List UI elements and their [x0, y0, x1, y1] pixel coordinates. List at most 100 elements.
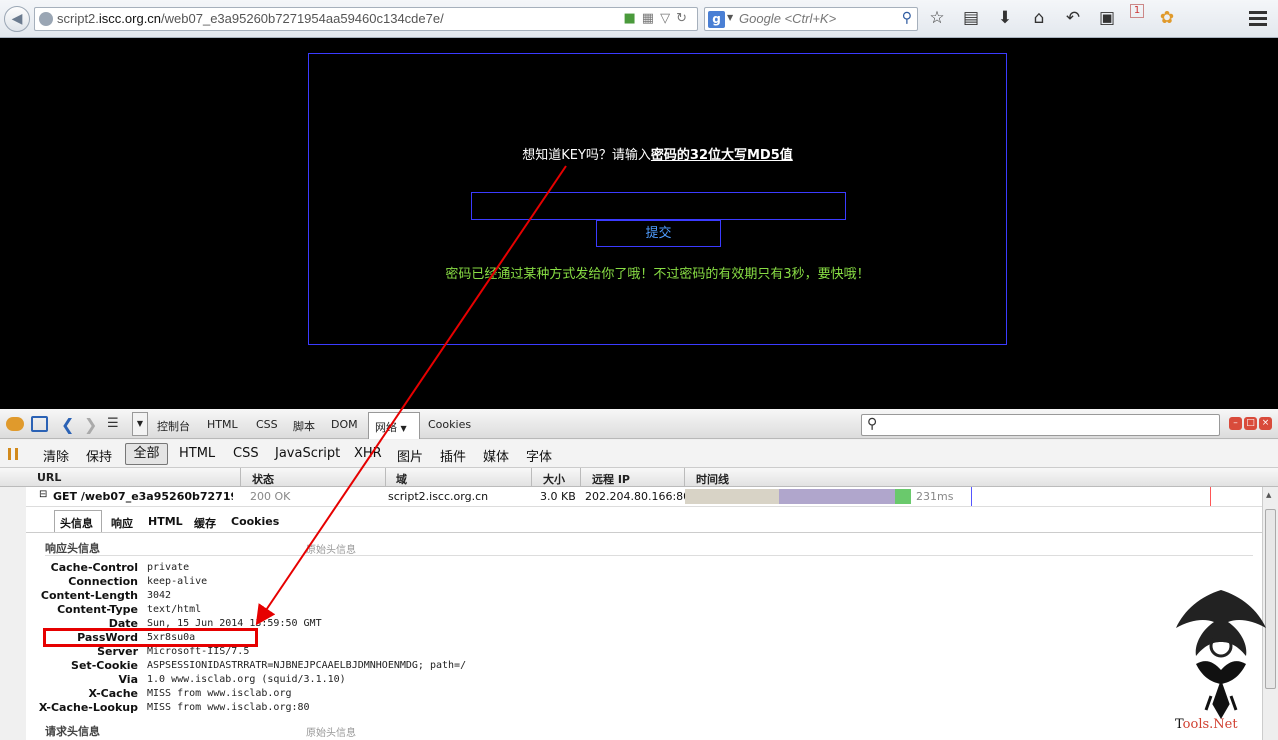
header-value: MISS from www.isclab.org — [147, 688, 292, 699]
timeline-done-bar — [895, 489, 911, 504]
browser-toolbar: ◀ script2.iscc.org.cn/web07_e3a95260b727… — [0, 0, 1278, 38]
menu-icon[interactable] — [1246, 8, 1270, 30]
request-duration: 231ms — [916, 490, 954, 503]
persist-button[interactable]: 保持 — [86, 446, 112, 465]
panel-dropdown-icon[interactable]: ▼ — [132, 412, 148, 436]
header-value: ASPSESSIONIDASTRRATR=NJBNEJPCAAELBJDMNHO… — [147, 660, 467, 671]
filter-javascript[interactable]: JavaScript — [275, 446, 340, 461]
inspect-icon[interactable] — [31, 416, 48, 432]
filter-xhr[interactable]: XHR — [354, 446, 382, 461]
header-name: X-Cache-Lookup — [38, 701, 138, 714]
request-row[interactable]: ⊟ GET /web07_e3a95260b727195 200 OK scri… — [26, 487, 1262, 507]
engine-dropdown-icon[interactable]: ▼ — [727, 13, 733, 22]
bookmarks-list-icon[interactable]: ▤ — [960, 8, 982, 30]
nav-back-icon[interactable]: ❮ — [61, 415, 74, 434]
net-toolbar: 清除 保持 全部 HTML CSS JavaScript XHR 图片 插件 媒… — [0, 440, 1278, 468]
tab-console[interactable]: 控制台 — [157, 418, 190, 434]
nav-forward-icon[interactable]: ❯ — [84, 415, 97, 434]
tab-css[interactable]: CSS — [256, 418, 278, 431]
firebug-bug-icon[interactable] — [6, 417, 24, 431]
hint-text: 密码已经通过某种方式发给你了哦！不过密码的有效期只有3秒，要快哦！ — [445, 267, 870, 282]
password-highlight-box — [43, 628, 258, 647]
filter-media[interactable]: 媒体 — [483, 446, 509, 465]
request-status: 200 OK — [250, 490, 291, 503]
bookmark-star-icon[interactable]: ☆ — [926, 8, 948, 30]
header-name: Via — [118, 673, 138, 686]
filter-css[interactable]: CSS — [233, 446, 259, 461]
search-icon[interactable]: ⚲ — [902, 10, 912, 26]
request-raw-link[interactable]: 原始头信息 — [306, 724, 356, 739]
filter-html[interactable]: HTML — [179, 446, 215, 461]
filter-plugins[interactable]: 插件 — [440, 446, 466, 465]
detach-icon[interactable]: □ — [1244, 417, 1257, 430]
timeline-waiting-bar — [685, 489, 779, 504]
search-bar[interactable]: g ▼ Google <Ctrl+K> ⚲ — [704, 7, 918, 31]
tab-dom[interactable]: DOM — [331, 418, 358, 431]
list-icon[interactable]: ☰ — [107, 416, 127, 432]
url-bar[interactable]: script2.iscc.org.cn/web07_e3a95260b72719… — [34, 7, 698, 31]
google-icon[interactable]: g — [708, 11, 725, 28]
timeline-marker-blue — [971, 487, 972, 506]
detail-tab-html[interactable]: HTML — [148, 515, 183, 528]
minimize-icon[interactable]: – — [1229, 417, 1242, 430]
detail-tab-response[interactable]: 响应 — [111, 515, 133, 531]
col-timeline[interactable]: 时间线 — [696, 471, 729, 487]
detail-tab-cookies[interactable]: Cookies — [231, 515, 279, 528]
response-headers-title[interactable]: 响应头信息 — [45, 540, 100, 556]
qr-code-icon[interactable]: ▦ — [642, 11, 660, 26]
md5-link[interactable]: 密码的32位大写MD5值 — [651, 148, 793, 163]
request-domain: script2.iscc.org.cn — [388, 490, 489, 503]
back-button[interactable]: ◀ — [4, 6, 30, 32]
tab-net[interactable]: 网络 ▼ — [368, 412, 420, 439]
clear-button[interactable]: 清除 — [43, 446, 69, 465]
notification-icon[interactable]: 1 — [1130, 4, 1144, 18]
tab-script[interactable]: 脚本 — [293, 418, 315, 434]
firebug-icon[interactable]: ✿ — [1156, 8, 1178, 30]
col-status[interactable]: 状态 — [252, 471, 274, 487]
submit-button[interactable]: 提交 — [596, 220, 721, 247]
search-icon: ⚲ — [867, 416, 878, 432]
col-domain[interactable]: 域 — [396, 471, 407, 487]
pause-icon[interactable] — [8, 448, 18, 460]
collapse-icon[interactable]: ⊟ — [39, 489, 47, 500]
request-detail: 头信息 响应 HTML 缓存 Cookies 响应头信息 原始头信息 Cache… — [26, 507, 1262, 740]
request-url: GET /web07_e3a95260b727195 — [53, 490, 233, 503]
filter-all-button[interactable]: 全部 — [125, 443, 168, 465]
header-value: 1.0 www.isclab.org (squid/3.1.10) — [147, 674, 346, 685]
home-icon[interactable]: ⌂ — [1028, 8, 1050, 30]
filter-fonts[interactable]: 字体 — [526, 446, 552, 465]
undo-icon[interactable]: ↶ — [1062, 8, 1084, 30]
header-value: 3042 — [147, 590, 172, 601]
challenge-box: 想知道KEY吗？请输入密码的32位大写MD5值 提交 密码已经通过某种方式发给你… — [308, 53, 1007, 345]
scroll-up-icon[interactable]: ▲ — [1266, 491, 1271, 499]
header-value: Microsoft-IIS/7.5 — [147, 646, 250, 657]
crop-icon[interactable]: ▣ — [1096, 8, 1118, 30]
request-headers-title[interactable]: 请求头信息 — [45, 723, 100, 739]
header-value: MISS from www.isclab.org:80 — [147, 702, 310, 713]
col-size[interactable]: 大小 — [543, 471, 565, 487]
header-value: keep-alive — [147, 576, 208, 587]
close-icon[interactable]: × — [1259, 417, 1272, 430]
firebug-search-input[interactable]: ⚲ — [861, 414, 1220, 436]
tab-html[interactable]: HTML — [207, 418, 238, 431]
response-raw-link[interactable]: 原始头信息 — [306, 541, 356, 556]
shield-icon[interactable]: ■ — [624, 11, 642, 26]
timeline-receiving-bar — [779, 489, 895, 504]
col-remote-ip[interactable]: 远程 IP — [592, 471, 630, 487]
header-name: Cache-Control — [50, 561, 138, 574]
detail-tab-cache[interactable]: 缓存 — [194, 515, 216, 531]
question-text: 想知道KEY吗？请输入密码的32位大写MD5值 — [522, 148, 793, 163]
col-url[interactable]: URL — [37, 471, 61, 484]
dropdown-arrow-icon[interactable]: ▽ — [660, 11, 676, 26]
download-icon[interactable]: ⬇ — [994, 8, 1016, 30]
header-value: text/html — [147, 604, 202, 615]
tab-cookies[interactable]: Cookies — [428, 418, 471, 431]
globe-icon — [39, 12, 53, 26]
url-text[interactable]: script2.iscc.org.cn/web07_e3a95260b72719… — [57, 11, 444, 26]
reload-icon[interactable]: ↻ — [676, 11, 693, 26]
password-input[interactable] — [471, 192, 846, 220]
timeline-marker-red — [1210, 487, 1211, 506]
detail-tab-headers[interactable]: 头信息 — [60, 515, 93, 531]
filter-images[interactable]: 图片 — [397, 446, 423, 465]
header-name: Connection — [68, 575, 138, 588]
